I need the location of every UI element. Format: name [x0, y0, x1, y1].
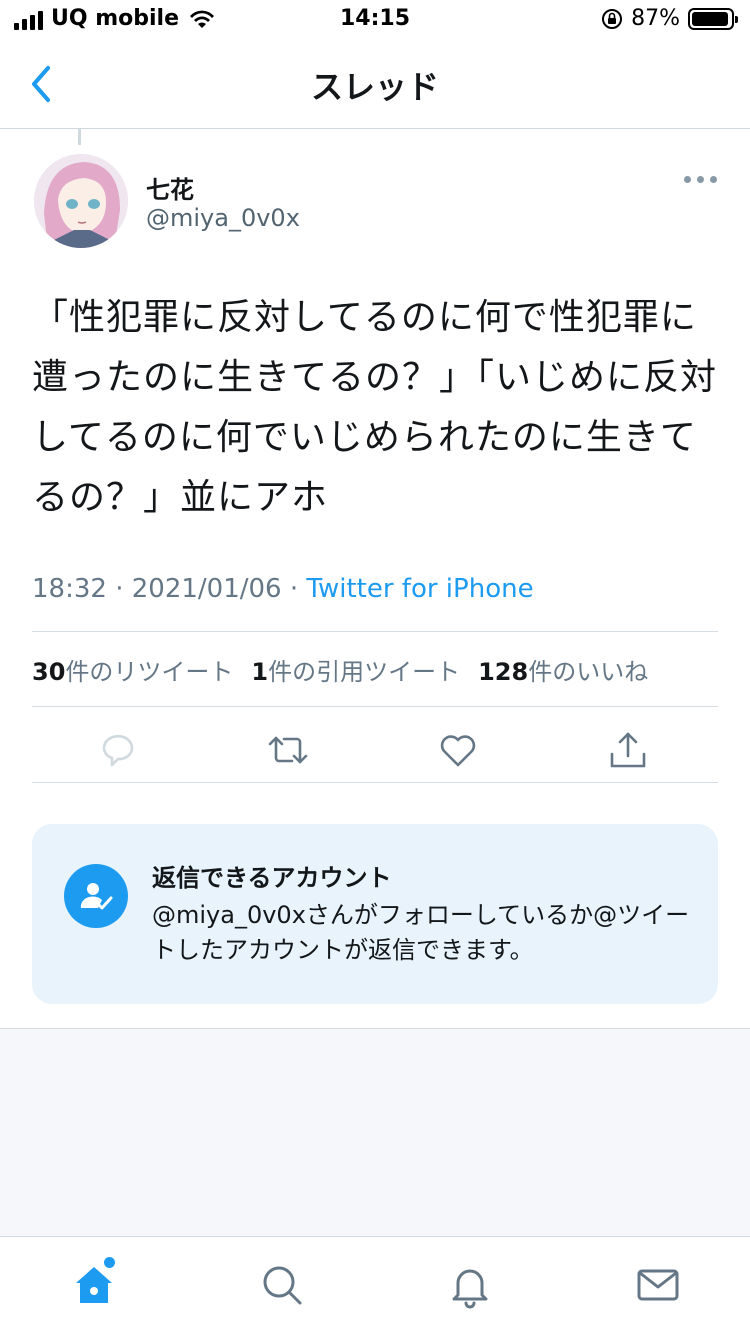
- notifications-icon[interactable]: [446, 1261, 494, 1309]
- author-handle[interactable]: @miya_0v0x: [146, 204, 300, 232]
- quotes-count: 1: [251, 658, 269, 686]
- divider: [32, 631, 718, 632]
- like-icon[interactable]: [436, 728, 480, 772]
- retweets-count: 30: [32, 658, 66, 686]
- empty-replies-area: [0, 1028, 750, 1237]
- retweet-icon[interactable]: [266, 728, 310, 772]
- tweet-source-link[interactable]: Twitter for iPhone: [306, 574, 533, 604]
- reply-restriction-card: 返信できるアカウント @miya_0v0xさんがフォローしているか@ツイートした…: [32, 824, 718, 1004]
- page-title: スレッド: [310, 68, 439, 106]
- status-right: 87%: [601, 6, 738, 31]
- retweets-stat[interactable]: 30件のリツイート: [32, 658, 233, 686]
- share-icon[interactable]: [606, 728, 650, 772]
- avatar[interactable]: [34, 154, 128, 248]
- orientation-lock-icon: [602, 8, 623, 29]
- battery-percent: 87%: [631, 6, 680, 31]
- home-notification-dot: [104, 1257, 115, 1268]
- tab-bar: [0, 1236, 750, 1335]
- divider: [32, 706, 718, 707]
- search-icon[interactable]: [258, 1261, 306, 1309]
- more-options-icon[interactable]: [684, 176, 717, 183]
- divider: [32, 782, 718, 783]
- retweets-label: 件のリツイート: [65, 658, 234, 686]
- card-title: 返信できるアカウント: [152, 864, 392, 892]
- meta-separator: ·: [106, 574, 132, 604]
- tweet-stats: 30件のリツイート 1件の引用ツイート 128件のいいね: [32, 652, 648, 687]
- tweet-text: 「性犯罪に反対してるのに何で性犯罪に遭ったのに生きてるの？」「いじめに反対してる…: [32, 297, 718, 518]
- meta-separator-2: ·: [281, 574, 307, 604]
- tweet-time: 18:32: [32, 574, 107, 604]
- avatar-illustration: [34, 154, 128, 248]
- card-body: @miya_0v0xさんがフォローしているか@ツイートしたアカウントが返信できま…: [152, 901, 690, 964]
- nav-header: スレッド: [0, 40, 750, 129]
- author-name[interactable]: 七花: [146, 170, 194, 205]
- tweet-meta: 18:32 · 2021/01/06 · Twitter for iPhone: [32, 574, 534, 604]
- tweet-date: 2021/01/06: [131, 574, 282, 604]
- reply-icon[interactable]: [96, 728, 140, 772]
- thread-connector: [78, 129, 81, 145]
- messages-icon[interactable]: [634, 1261, 682, 1309]
- likes-count: 128: [478, 658, 529, 686]
- quotes-stat[interactable]: 1件の引用ツイート: [251, 658, 460, 686]
- home-icon[interactable]: [70, 1261, 118, 1309]
- battery-icon: [688, 7, 738, 30]
- verified-user-icon: [64, 864, 128, 928]
- status-bar: UQ mobile 14:15 87%: [0, 0, 750, 40]
- tweet-actions: [32, 718, 718, 782]
- likes-stat[interactable]: 128件のいいね: [478, 658, 648, 686]
- quotes-label: 件の引用ツイート: [268, 658, 461, 686]
- likes-label: 件のいいね: [528, 658, 649, 686]
